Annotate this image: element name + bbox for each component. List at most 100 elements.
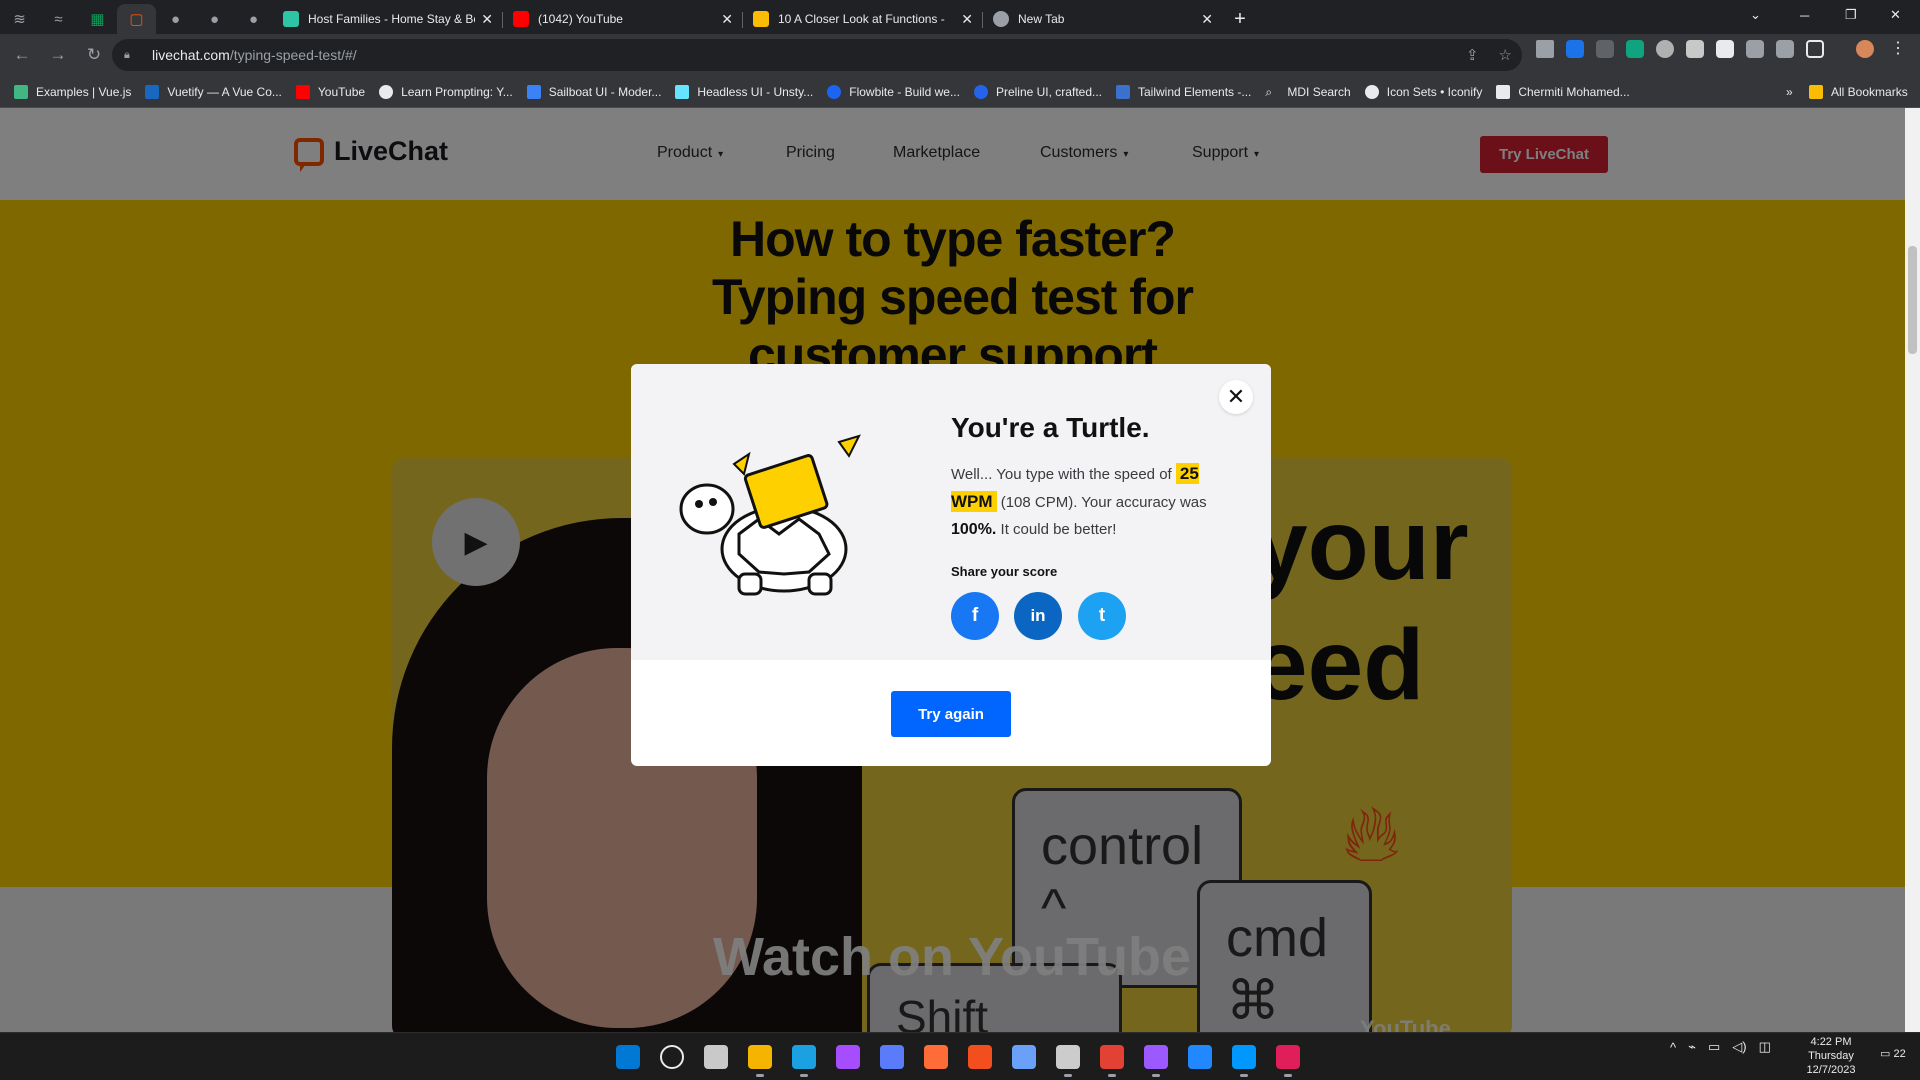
app-icon[interactable] <box>1188 1045 1212 1069</box>
bookmarks-overflow[interactable]: » <box>1786 85 1793 99</box>
extension-icon[interactable] <box>1716 40 1734 58</box>
tab-title: (1042) YouTube <box>538 12 623 26</box>
close-tab-icon[interactable]: ✕ <box>961 11 973 28</box>
github-icon: ● <box>209 10 220 28</box>
extensions-puzzle-icon[interactable] <box>1746 40 1764 58</box>
pinned-tab-2[interactable]: ≈ <box>39 4 78 34</box>
minimize-icon[interactable]: ─ <box>1800 0 1809 30</box>
extension-icon[interactable] <box>1656 40 1674 58</box>
reading-list-icon[interactable] <box>1776 40 1794 58</box>
feather-app-icon[interactable] <box>836 1045 860 1069</box>
twitter-icon: t <box>1098 605 1106 626</box>
close-tab-icon[interactable]: ✕ <box>721 11 733 28</box>
window-close-icon[interactable]: ✕ <box>1890 0 1901 30</box>
bookmark-star-icon[interactable]: ☆ <box>1499 46 1512 64</box>
postman-icon[interactable] <box>924 1045 948 1069</box>
pinned-tab-github-1[interactable]: ● <box>156 4 195 34</box>
scrollbar-thumb[interactable] <box>1908 246 1917 354</box>
chrome-icon[interactable] <box>1100 1045 1124 1077</box>
back-icon[interactable]: ← <box>8 41 36 69</box>
linkedin-share-button[interactable]: in <box>1014 592 1062 640</box>
facebook-share-button[interactable]: f <box>951 592 999 640</box>
clock[interactable]: 4:22 PM Thursday 12/7/2023 <box>1796 1035 1866 1077</box>
bookmark-mdi-search[interactable]: ⌕ MDI Search <box>1265 85 1350 99</box>
menu-kebab-icon[interactable]: ⋮ <box>1890 40 1908 58</box>
search-icon: ⌕ <box>1265 84 1273 99</box>
bookmark-label: Headless UI - Unsty... <box>697 84 814 99</box>
pinned-tab-github-3[interactable]: ● <box>234 4 273 34</box>
pinned-tab-1[interactable]: ≋ <box>0 4 39 34</box>
new-tab-button[interactable]: + <box>1223 4 1257 34</box>
bookmark-label: Chermiti Mohamed... <box>1518 84 1630 99</box>
extension-icon[interactable] <box>1596 40 1614 58</box>
task-view-icon[interactable] <box>704 1045 728 1069</box>
notepad-icon[interactable] <box>1012 1045 1036 1069</box>
bookmark-tailwind-elements[interactable]: Tailwind Elements -... <box>1116 84 1251 99</box>
bookmark-vuetify[interactable]: Vuetify — A Vue Co... <box>145 84 282 99</box>
reload-icon[interactable]: ↻ <box>80 41 108 69</box>
tab-title: New Tab <box>1018 12 1065 26</box>
tab-new-tab[interactable]: New Tab ✕ <box>983 4 1223 34</box>
url-host: livechat.com <box>152 47 230 63</box>
result-modal: ✕ You're a Turtle. Well... You type with… <box>631 364 1271 766</box>
bookmark-vuejs[interactable]: Examples | Vue.js <box>14 84 131 99</box>
share-icon[interactable]: ⇪ <box>1466 46 1479 64</box>
volume-icon[interactable]: ◁) <box>1732 1039 1746 1055</box>
tab-host-families[interactable]: Host Families - Home Stay & Be ✕ <box>273 4 503 34</box>
close-tab-icon[interactable]: ✕ <box>1201 11 1213 28</box>
bookmark-learn-prompting[interactable]: Learn Prompting: Y... <box>379 84 513 99</box>
tailwind-elements-icon <box>1116 84 1130 99</box>
slack-icon[interactable] <box>1276 1045 1300 1077</box>
file-explorer-icon[interactable] <box>748 1045 772 1077</box>
wifi-icon[interactable]: ◫ <box>1759 1039 1771 1055</box>
side-panel-icon[interactable] <box>1806 40 1824 58</box>
settings-app-icon[interactable] <box>880 1045 904 1069</box>
extension-icon[interactable] <box>1566 40 1584 58</box>
bookmark-sailboat[interactable]: Sailboat UI - Moder... <box>526 84 662 99</box>
page-scrollbar[interactable] <box>1905 108 1920 1032</box>
try-again-button[interactable]: Try again <box>891 691 1011 737</box>
bookmark-youtube[interactable]: YouTube <box>295 84 365 99</box>
bookmark-iconify[interactable]: Icon Sets • Iconify <box>1364 84 1482 99</box>
network-icon[interactable]: ⌁ <box>1688 1039 1696 1055</box>
forward-icon[interactable]: → <box>44 41 72 69</box>
bookmark-label: Flowbite - Build we... <box>849 84 960 99</box>
chatgpt-icon[interactable] <box>1626 40 1644 58</box>
pinned-tab-github-2[interactable]: ● <box>195 4 234 34</box>
notification-count: 22 <box>1893 1048 1906 1060</box>
clock-date: 12/7/2023 <box>1806 1064 1856 1076</box>
pinned-tab-3[interactable]: ▦ <box>78 4 117 34</box>
pinned-tab-livechat[interactable]: ▢ <box>117 4 156 34</box>
tab-youtube[interactable]: (1042) YouTube ✕ <box>503 4 743 34</box>
tab-title: Host Families - Home Stay & Be <box>308 12 476 26</box>
restore-icon[interactable]: ❐ <box>1845 0 1857 30</box>
chevron-up-icon[interactable]: ^ <box>1670 1040 1676 1055</box>
address-bar[interactable]: 🔒︎ livechat.com/typing-speed-test/#/ ⇪ ☆ <box>112 39 1522 71</box>
vscode-icon[interactable] <box>1232 1045 1256 1077</box>
start-icon[interactable] <box>616 1045 640 1069</box>
bookmark-label: Sailboat UI - Moder... <box>548 84 662 99</box>
tab-functions[interactable]: 10 A Closer Look at Functions - ✕ <box>743 4 983 34</box>
notification-center[interactable]: ▭ 22 <box>1880 1047 1906 1060</box>
close-icon[interactable]: ✕ <box>1219 380 1253 414</box>
bookmark-preline[interactable]: Preline UI, crafted... <box>973 84 1102 99</box>
profile-avatar[interactable] <box>1856 40 1874 58</box>
extension-icon[interactable] <box>1686 40 1704 58</box>
bookmark-headless-ui[interactable]: Headless UI - Unsty... <box>675 84 814 99</box>
github-desktop-icon[interactable] <box>1144 1045 1168 1077</box>
bookmark-chermiti[interactable]: Chermiti Mohamed... <box>1496 84 1630 99</box>
twitter-share-button[interactable]: t <box>1078 592 1126 640</box>
terminal-icon[interactable] <box>1056 1045 1080 1077</box>
all-bookmarks[interactable]: All Bookmarks <box>1809 84 1908 99</box>
display-icon[interactable]: ▭ <box>1708 1039 1720 1055</box>
close-tab-icon[interactable]: ✕ <box>481 11 493 28</box>
chrome-favicon-icon <box>993 11 1009 27</box>
vue-devtools-icon[interactable] <box>1536 40 1554 58</box>
bookmark-flowbite[interactable]: Flowbite - Build we... <box>827 84 960 99</box>
figma-icon[interactable] <box>968 1045 992 1069</box>
search-icon[interactable] <box>660 1045 684 1069</box>
tab-search-icon[interactable]: ⌄ <box>1750 0 1761 30</box>
notification-icon: ▭ <box>1880 1048 1891 1060</box>
bookmark-label: Vuetify — A Vue Co... <box>167 84 282 99</box>
edge-icon[interactable] <box>792 1045 816 1077</box>
